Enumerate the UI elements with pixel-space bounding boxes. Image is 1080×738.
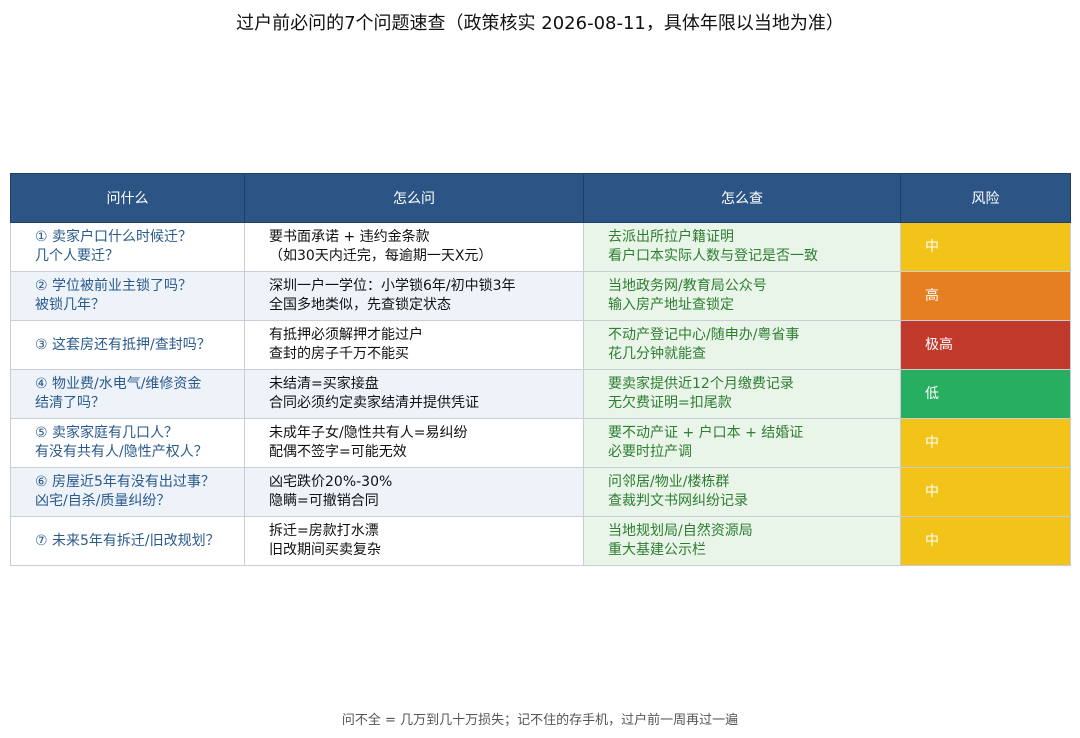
how-to-ask-cell-line: 深圳一户一学位：小学锁6年/初中锁3年 bbox=[269, 278, 516, 294]
how-to-check-cell-line: 去派出所拉户籍证明 bbox=[608, 229, 734, 245]
risk-cell: 中 bbox=[900, 467, 1071, 517]
table-header-row: 问什么 怎么问 怎么查 风险 bbox=[10, 173, 1071, 223]
how-to-ask-cell-line: 要书面承诺 + 违约金条款 bbox=[269, 229, 430, 245]
how-to-ask-cell-line: 凶宅跌价20%-30% bbox=[269, 474, 393, 490]
how-to-ask-cell: 未成年子女/隐性共有人=易纠纷 配偶不签字=可能无效 bbox=[244, 418, 584, 468]
how-to-check-cell-line: 当地规划局/自然资源局 bbox=[608, 523, 753, 539]
question-cell: ① 卖家户口什么时候迁？ 几个人要迁？ bbox=[10, 222, 245, 272]
how-to-ask-cell-line: 全国多地类似，先查锁定状态 bbox=[269, 297, 451, 313]
question-cell-line: ⑤ 卖家家庭有几口人？ bbox=[35, 425, 179, 441]
how-to-check-cell-line: 查裁判文书网纠纷记录 bbox=[608, 493, 748, 509]
how-to-ask-cell-line: 未成年子女/隐性共有人=易纠纷 bbox=[269, 425, 468, 441]
how-to-check-cell-line: 输入房产地址查锁定 bbox=[608, 297, 734, 313]
risk-cell: 中 bbox=[900, 516, 1071, 566]
how-to-check-cell: 去派出所拉户籍证明看户口本实际人数与登记是否一致 bbox=[583, 222, 901, 272]
question-cell: ⑥ 房屋近5年有没有出过事？ 凶宅/自杀/质量纠纷？ bbox=[10, 467, 245, 517]
how-to-ask-cell-line: 隐瞒=可撤销合同 bbox=[269, 493, 379, 509]
table-row: ① 卖家户口什么时候迁？ 几个人要迁？ 要书面承诺 + 违约金条款 （如30天内迁完，… bbox=[10, 222, 1071, 272]
how-to-ask-cell: 有抵押必须解押才能过户 查封的房子千万不能买 bbox=[244, 320, 584, 370]
page-title: 过户前必问的7个问题速查（政策核实 2026-08-11，具体年限以当地为准） bbox=[236, 13, 844, 34]
how-to-ask-cell: 拆迁=房款打水漂 旧改期间买卖复杂 bbox=[244, 516, 584, 566]
question-cell-line: ② 学位被前业主锁了吗？ bbox=[35, 278, 193, 294]
header-how-to-check: 怎么查 bbox=[583, 173, 901, 223]
how-to-ask-cell-line: （如30天内迁完，每逾期一天X元） bbox=[269, 248, 493, 264]
table-row: ⑦ 未来5年有拆迁/旧改规划？ 拆迁=房款打水漂 旧改期间买卖复杂 当地规划局/自然资… bbox=[10, 516, 1071, 566]
how-to-ask-cell: 未结清=买家接盘合同必须约定卖家结清并提供凭证 bbox=[244, 369, 584, 419]
question-cell: ⑤ 卖家家庭有几口人？ 有没有共有人/隐性产权人？ bbox=[10, 418, 245, 468]
table-row: ⑥ 房屋近5年有没有出过事？ 凶宅/自杀/质量纠纷？ 凶宅跌价20%-30% 隐瞒=可… bbox=[10, 467, 1071, 517]
risk-level-badge: 中 bbox=[925, 532, 939, 549]
how-to-check-cell-line: 花几分钟就能查 bbox=[608, 346, 706, 362]
footer-note: 问不全 = 几万到几十万损失；记不住的存手机，过户前一周再过一遍 bbox=[341, 713, 739, 728]
how-to-ask-cell-line: 合同必须约定卖家结清并提供凭证 bbox=[269, 395, 479, 411]
header-risk: 风险 bbox=[900, 173, 1071, 223]
how-to-check-cell-line: 重大基建公示栏 bbox=[608, 542, 706, 558]
risk-cell: 极高 bbox=[900, 320, 1071, 370]
risk-level-badge: 极高 bbox=[925, 336, 953, 353]
how-to-check-cell-line: 当地政务网/教育局公众号 bbox=[608, 278, 767, 294]
how-to-ask-cell-line: 有抵押必须解押才能过户 bbox=[269, 327, 423, 343]
risk-cell: 低 bbox=[900, 369, 1071, 419]
risk-level-badge: 高 bbox=[925, 287, 939, 304]
checklist-table: 问什么 怎么问 怎么查 风险 ① 卖家户口什么时候迁？ 几个人要迁？ 要书面承诺 +… bbox=[10, 173, 1071, 566]
how-to-check-cell-line: 要不动产证 + 户口本 + 结婚证 bbox=[608, 425, 804, 441]
how-to-ask-cell: 要书面承诺 + 违约金条款 （如30天内迁完，每逾期一天X元） bbox=[244, 222, 584, 272]
how-to-check-cell: 不动产登记中心/随申办/粤省事 花几分钟就能查 bbox=[583, 320, 901, 370]
risk-level-badge: 中 bbox=[925, 434, 939, 451]
risk-cell: 中 bbox=[900, 418, 1071, 468]
header-how-to-ask: 怎么问 bbox=[244, 173, 584, 223]
risk-level-badge: 中 bbox=[925, 238, 939, 255]
table-row: ② 学位被前业主锁了吗？ 被锁几年？ 深圳一户一学位：小学锁6年/初中锁3年 全国多地… bbox=[10, 271, 1071, 321]
how-to-check-cell-line: 无欠费证明=扣尾款 bbox=[608, 395, 732, 411]
how-to-check-cell: 当地规划局/自然资源局 重大基建公示栏 bbox=[583, 516, 901, 566]
how-to-check-cell-line: 看户口本实际人数与登记是否一致 bbox=[608, 248, 818, 264]
how-to-ask-cell-line: 配偶不签字=可能无效 bbox=[269, 444, 407, 460]
how-to-ask-cell: 深圳一户一学位：小学锁6年/初中锁3年 全国多地类似，先查锁定状态 bbox=[244, 271, 584, 321]
question-cell-line: ④ 物业费/水电气/维修资金 bbox=[35, 376, 202, 392]
question-cell-line: 有没有共有人/隐性产权人？ bbox=[35, 444, 208, 460]
table-row: ⑤ 卖家家庭有几口人？ 有没有共有人/隐性产权人？ 未成年子女/隐性共有人=易纠纷配… bbox=[10, 418, 1071, 468]
how-to-ask-cell: 凶宅跌价20%-30% 隐瞒=可撤销合同 bbox=[244, 467, 584, 517]
question-cell-line: ① 卖家户口什么时候迁？ bbox=[35, 229, 193, 245]
risk-level-badge: 低 bbox=[925, 385, 939, 402]
question-cell: ② 学位被前业主锁了吗？ 被锁几年？ bbox=[10, 271, 245, 321]
how-to-check-cell-line: 要卖家提供近12个月缴费记录 bbox=[608, 376, 794, 392]
how-to-check-cell: 要卖家提供近12个月缴费记录 无欠费证明=扣尾款 bbox=[583, 369, 901, 419]
how-to-ask-cell-line: 未结清=买家接盘 bbox=[269, 376, 379, 392]
question-cell-line: 几个人要迁？ bbox=[35, 248, 119, 264]
how-to-ask-cell-line: 旧改期间买卖复杂 bbox=[269, 542, 381, 558]
how-to-check-cell: 问邻居/物业/楼栋群查裁判文书网纠纷记录 bbox=[583, 467, 901, 517]
question-cell: ⑦ 未来5年有拆迁/旧改规划？ bbox=[10, 516, 245, 566]
how-to-ask-cell-line: 拆迁=房款打水漂 bbox=[269, 523, 379, 539]
risk-cell: 中 bbox=[900, 222, 1071, 272]
risk-level-badge: 中 bbox=[925, 483, 939, 500]
risk-cell: 高 bbox=[900, 271, 1071, 321]
question-cell-line: ③ 这套房还有抵押/查封吗？ bbox=[35, 336, 211, 353]
question-cell-line: 凶宅/自杀/质量纠纷？ bbox=[35, 493, 171, 509]
how-to-check-cell-line: 问邻居/物业/楼栋群 bbox=[608, 474, 730, 490]
question-cell: ④ 物业费/水电气/维修资金 结清了吗？ bbox=[10, 369, 245, 419]
header-what-to-ask: 问什么 bbox=[10, 173, 245, 223]
how-to-check-cell-line: 不动产登记中心/随申办/粤省事 bbox=[608, 327, 800, 343]
question-cell: ③ 这套房还有抵押/查封吗？ bbox=[10, 320, 245, 370]
question-cell-line: ⑥ 房屋近5年有没有出过事？ bbox=[35, 474, 215, 490]
how-to-check-cell-line: 必要时拉产调 bbox=[608, 444, 692, 460]
table-row: ③ 这套房还有抵押/查封吗？ 有抵押必须解押才能过户 查封的房子千万不能买 不动产登记… bbox=[10, 320, 1071, 370]
how-to-check-cell: 要不动产证 + 户口本 + 结婚证 必要时拉产调 bbox=[583, 418, 901, 468]
question-cell-line: 结清了吗？ bbox=[35, 395, 105, 411]
how-to-check-cell: 当地政务网/教育局公众号 输入房产地址查锁定 bbox=[583, 271, 901, 321]
how-to-ask-cell-line: 查封的房子千万不能买 bbox=[269, 346, 409, 362]
table-row: ④ 物业费/水电气/维修资金 结清了吗？ 未结清=买家接盘 合同必须约定卖家结清并提供… bbox=[10, 369, 1071, 419]
question-cell-line: ⑦ 未来5年有拆迁/旧改规划？ bbox=[35, 532, 220, 549]
question-cell-line: 被锁几年？ bbox=[35, 297, 105, 313]
